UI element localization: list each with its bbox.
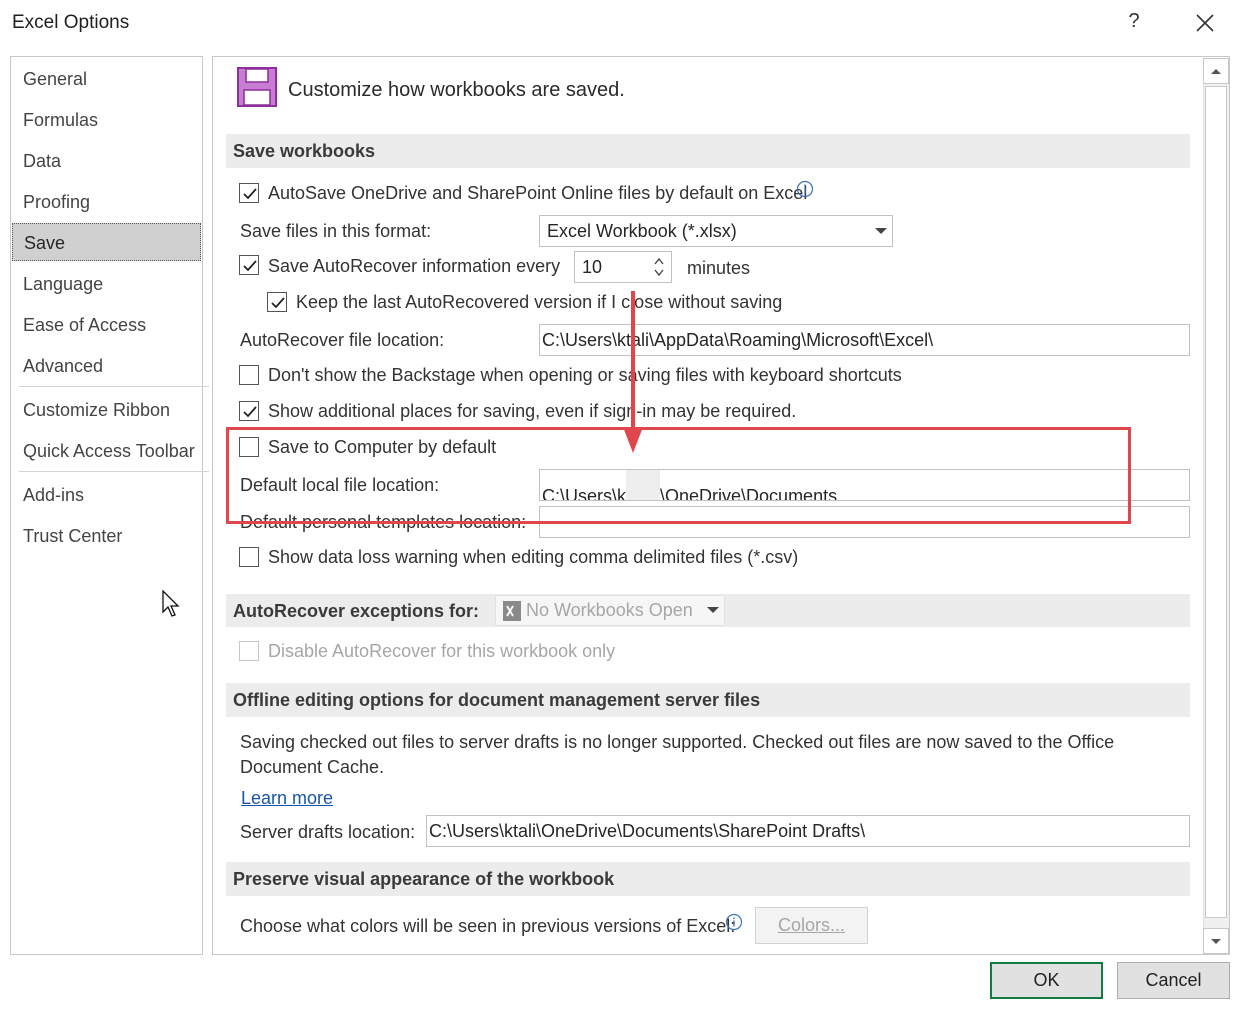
checkmark-icon	[243, 406, 257, 418]
cancel-button[interactable]: Cancel	[1117, 962, 1230, 999]
sidebar-item-quick-access-toolbar[interactable]: Quick Access Toolbar	[12, 432, 201, 470]
autorecover-minutes-value: 10	[582, 257, 603, 277]
arrow-down-icon	[622, 291, 644, 455]
floppy-disk-icon	[236, 66, 278, 108]
additional-places-checkbox[interactable]	[239, 401, 259, 421]
colors-button[interactable]: Colors...	[755, 907, 868, 944]
info-icon[interactable]	[725, 913, 743, 931]
save-format-value: Excel Workbook (*.xlsx)	[547, 221, 737, 241]
colors-label: Choose what colors will be seen in previ…	[240, 916, 736, 936]
close-icon	[1196, 14, 1214, 32]
server-drafts-input[interactable]: C:\Users\ktali\OneDrive\Documents\ShareP…	[426, 815, 1190, 847]
offline-description-line1: Saving checked out files to server draft…	[240, 732, 1115, 752]
sidebar-item-general[interactable]: General	[12, 60, 201, 98]
section-header-save-workbooks: Save workbooks	[226, 134, 1190, 168]
scrollbar-thumb[interactable]	[1205, 86, 1227, 918]
keep-last-label: Keep the last AutoRecovered version if I…	[296, 292, 783, 312]
checkmark-icon	[271, 297, 285, 309]
autosave-label: AutoSave OneDrive and SharePoint Online …	[268, 183, 808, 203]
offline-description-line2: Document Cache.	[240, 757, 385, 777]
ok-button[interactable]: OK	[990, 962, 1103, 999]
sidebar-item-data[interactable]: Data	[12, 142, 201, 180]
additional-places-label: Show additional places for saving, even …	[268, 401, 797, 421]
sidebar-item-ease-of-access[interactable]: Ease of Access	[12, 306, 201, 344]
highlight-annotation-box	[226, 427, 1131, 524]
minutes-label: minutes	[687, 258, 751, 278]
disable-autorecover-label: Disable AutoRecover for this workbook on…	[268, 641, 616, 661]
section-header-preserve-appearance: Preserve visual appearance of the workbo…	[226, 862, 1190, 896]
autorecover-minutes-spinner[interactable]: 10	[574, 251, 672, 283]
workbook-dropdown[interactable]: No Workbooks Open	[495, 595, 725, 626]
close-button[interactable]	[1190, 8, 1220, 38]
data-loss-warning-checkbox[interactable]	[239, 547, 259, 567]
keep-last-checkbox[interactable]	[267, 292, 287, 312]
mouse-cursor-icon	[162, 589, 182, 618]
chevron-down-icon	[707, 607, 719, 613]
learn-more-link[interactable]: Learn more	[241, 786, 333, 810]
autorecover-label: Save AutoRecover information every	[268, 256, 561, 276]
checkmark-icon	[243, 188, 257, 200]
disable-autorecover-checkbox[interactable]	[239, 641, 259, 661]
backstage-label: Don't show the Backstage when opening or…	[268, 365, 902, 385]
chevron-down-icon	[875, 228, 887, 234]
autorecover-location-label: AutoRecover file location:	[240, 330, 445, 350]
dialog-title: Excel Options	[12, 12, 130, 33]
info-icon[interactable]	[796, 180, 814, 198]
save-format-label: Save files in this format:	[240, 221, 432, 241]
page-title: Customize how workbooks are saved.	[288, 79, 625, 101]
section-header-offline-editing: Offline editing options for document man…	[226, 683, 1190, 717]
triangle-down-icon	[1211, 939, 1221, 944]
scroll-up-button[interactable]	[1203, 58, 1229, 84]
server-drafts-label: Server drafts location:	[240, 822, 416, 842]
sidebar-item-trust-center[interactable]: Trust Center	[12, 517, 201, 555]
sidebar-item-customize-ribbon[interactable]: Customize Ribbon	[12, 391, 201, 429]
sidebar-item-add-ins[interactable]: Add-ins	[12, 476, 201, 514]
workbook-dropdown-value: No Workbooks Open	[526, 600, 693, 620]
sidebar-item-advanced[interactable]: Advanced	[12, 347, 201, 385]
excel-icon	[503, 601, 521, 621]
checkmark-icon	[243, 260, 257, 272]
triangle-up-icon	[1211, 69, 1221, 74]
sidebar-divider	[19, 386, 209, 387]
save-format-dropdown[interactable]: Excel Workbook (*.xlsx)	[539, 215, 893, 247]
help-button[interactable]: ?	[1122, 10, 1146, 38]
sidebar-item-language[interactable]: Language	[12, 265, 201, 303]
backstage-checkbox[interactable]	[239, 365, 259, 385]
data-loss-warning-label: Show data loss warning when editing comm…	[268, 547, 799, 567]
scroll-down-button[interactable]	[1203, 928, 1229, 954]
sidebar-divider	[19, 471, 209, 472]
sidebar-item-formulas[interactable]: Formulas	[12, 101, 201, 139]
sidebar: General Formulas Data Proofing Save Lang…	[10, 56, 209, 955]
autosave-checkbox[interactable]	[239, 183, 259, 203]
autorecover-checkbox[interactable]	[239, 255, 259, 275]
sidebar-item-save[interactable]: Save	[12, 223, 201, 261]
spinner-arrows-icon[interactable]	[652, 255, 666, 279]
sidebar-item-proofing[interactable]: Proofing	[12, 183, 201, 221]
